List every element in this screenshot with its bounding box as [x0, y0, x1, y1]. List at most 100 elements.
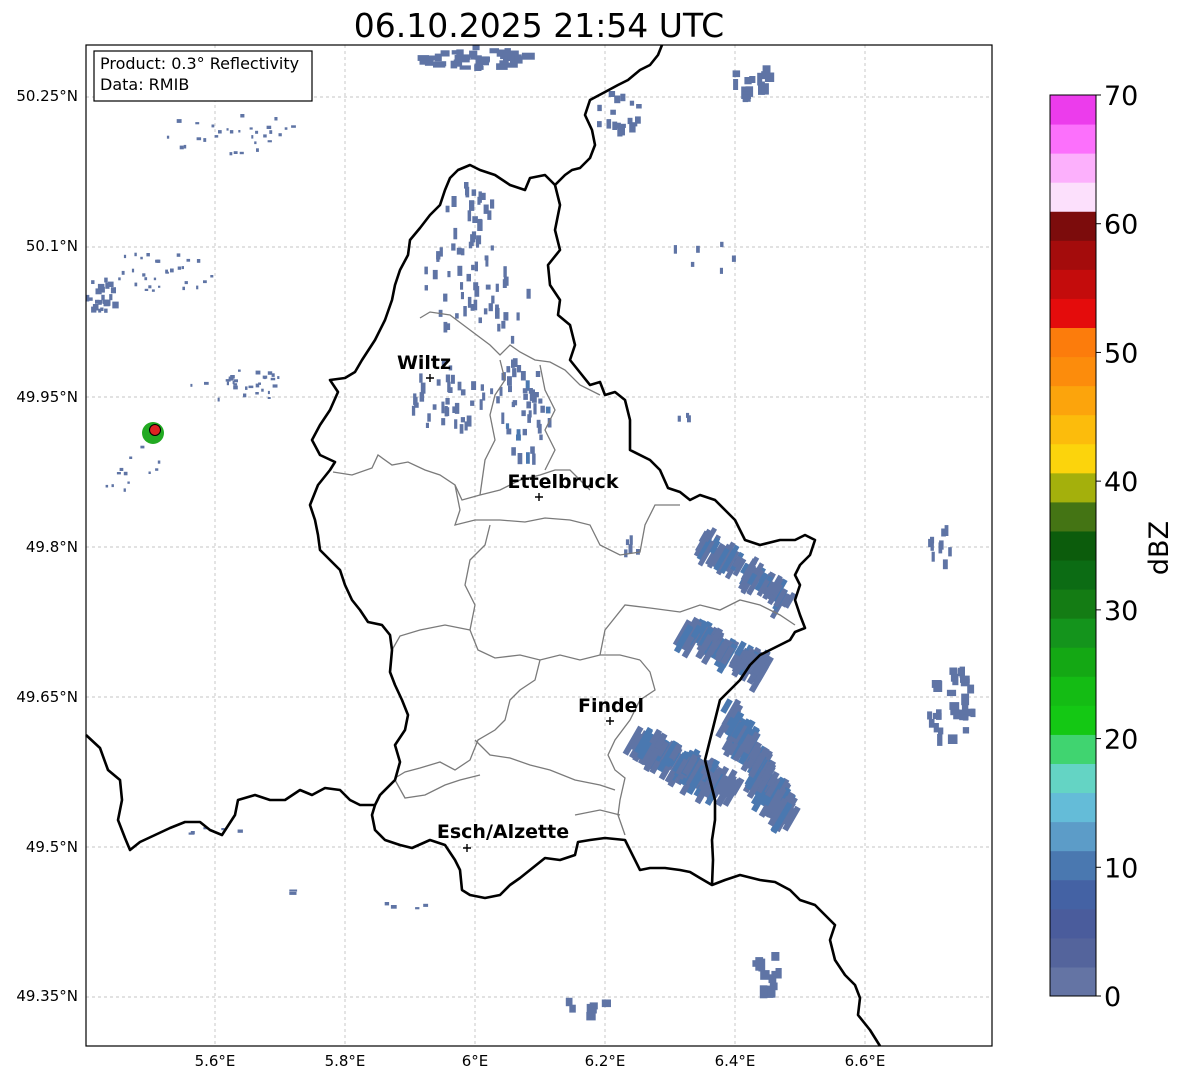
- colorbar-bin: [1050, 763, 1096, 794]
- echo-cell: [608, 91, 616, 97]
- echo-cell: [277, 376, 280, 379]
- echo-cell: [107, 281, 114, 287]
- colorbar-bin: [1050, 95, 1096, 125]
- echo-cell: [516, 312, 520, 321]
- echo-cell: [104, 277, 108, 283]
- echo-cell: [471, 264, 475, 271]
- echo-cell: [121, 270, 125, 275]
- data-source-label: Data: RMIB: [100, 75, 189, 94]
- echo-cell: [606, 119, 612, 129]
- echo-cell: [127, 481, 130, 484]
- echo-cell: [466, 273, 471, 282]
- echo-cell: [142, 273, 146, 277]
- echo-cell: [520, 371, 526, 381]
- colorbar-tick-label: 70: [1104, 81, 1138, 112]
- echo-cell: [528, 410, 532, 418]
- echo-cell: [537, 423, 542, 434]
- echo-cell: [116, 472, 121, 475]
- echo-cell: [490, 199, 495, 209]
- echo-cell: [166, 135, 170, 139]
- echo-cell: [134, 252, 137, 257]
- echo-cell: [243, 393, 247, 398]
- echo-cell: [414, 402, 419, 408]
- echo-cell: [470, 55, 482, 60]
- echo-cell: [538, 398, 543, 404]
- echo-cell: [497, 323, 501, 332]
- echo-cell: [450, 374, 455, 384]
- echo-cell: [165, 269, 168, 273]
- echo-cell: [203, 280, 207, 284]
- echo-cell: [535, 371, 541, 377]
- echo-cell: [629, 122, 636, 133]
- echo-cell: [490, 245, 494, 251]
- lon-label: 5.6°E: [195, 1052, 236, 1070]
- echo-cell: [545, 406, 551, 414]
- echo-cell: [465, 187, 469, 196]
- echo-cell: [255, 392, 259, 395]
- colorbar-bin: [1050, 850, 1096, 881]
- colorbar-bin: [1050, 734, 1096, 764]
- echo-cell: [601, 999, 611, 1008]
- echo-cell: [196, 285, 199, 290]
- echo-cell: [419, 373, 423, 383]
- echo-cell: [526, 401, 531, 409]
- echo-cell: [476, 238, 480, 248]
- echo-cell: [129, 456, 133, 459]
- echo-cell: [760, 970, 770, 980]
- echo-cell: [759, 985, 768, 999]
- echo-cell: [182, 286, 185, 291]
- echo-cell: [218, 130, 222, 134]
- echo-cell: [415, 907, 420, 910]
- echo-cell: [673, 245, 677, 254]
- echo-cell: [111, 484, 114, 488]
- echo-cell: [432, 404, 437, 410]
- echo-cell: [960, 675, 970, 683]
- echo-cell: [229, 152, 233, 156]
- echo-cell: [443, 293, 448, 302]
- echo-cell: [140, 256, 143, 260]
- echo-cell: [447, 381, 451, 393]
- echo-cell: [210, 275, 214, 278]
- echo-cell: [487, 210, 492, 220]
- echo-cell: [947, 734, 958, 744]
- echo-cell: [719, 267, 723, 274]
- echo-cell: [267, 397, 271, 399]
- echo-cell: [471, 381, 477, 390]
- echo-cell: [443, 321, 448, 333]
- colorbar-bin: [1050, 298, 1096, 329]
- echo-cell: [480, 384, 484, 391]
- echo-cell: [962, 714, 969, 721]
- echo-cell: [424, 285, 428, 291]
- echo-cell: [457, 381, 462, 391]
- echo-cell: [483, 308, 488, 315]
- echo-cell: [179, 145, 184, 150]
- echo-cell: [540, 405, 545, 413]
- lat-label: 50.1°N: [26, 237, 78, 255]
- echo-cell: [936, 709, 942, 720]
- echo-cell: [110, 287, 116, 294]
- echo-cell: [731, 255, 736, 262]
- echo-cell: [214, 135, 219, 138]
- echo-cell: [950, 709, 960, 716]
- echo-cell: [620, 93, 626, 102]
- echo-cell: [97, 283, 105, 290]
- echo-cell: [501, 412, 505, 424]
- echo-cell: [423, 903, 429, 907]
- colorbar-bin: [1050, 879, 1096, 910]
- colorbar-bin: [1050, 792, 1096, 823]
- colorbar-bin: [1050, 908, 1096, 939]
- echo-cell: [131, 268, 135, 273]
- echo-cell: [757, 72, 763, 86]
- echo-cell: [501, 320, 506, 329]
- radar-site-marker: [142, 422, 164, 444]
- echo-cell: [441, 418, 446, 426]
- echo-cell: [229, 130, 234, 134]
- echo-cell: [526, 288, 531, 299]
- echo-cell: [196, 137, 202, 141]
- city-label-ettelbruck: Ettelbruck: [508, 471, 619, 493]
- echo-cell: [217, 397, 220, 402]
- echo-cell: [109, 294, 113, 301]
- echo-cell: [123, 488, 126, 492]
- echo-cell: [92, 304, 99, 311]
- echo-cell: [453, 227, 458, 240]
